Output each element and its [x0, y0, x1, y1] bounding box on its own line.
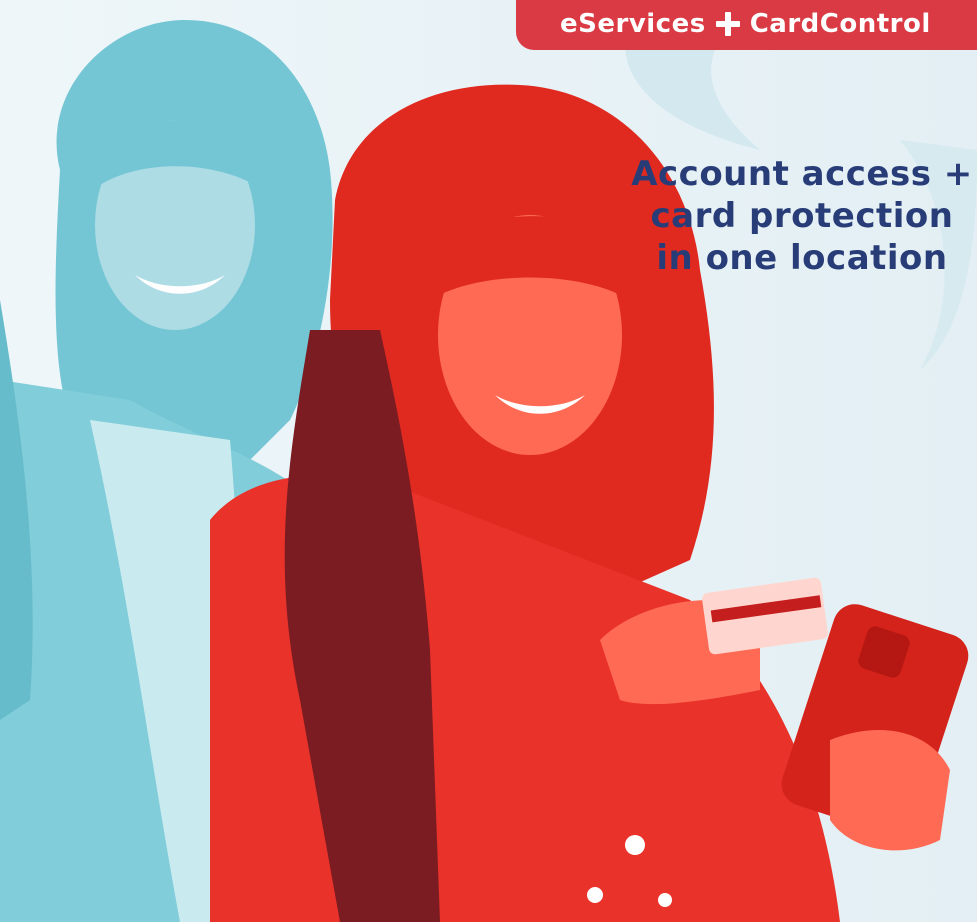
banner-cardcontrol: CardControl	[749, 9, 931, 39]
headline-line-1: Account access +	[631, 154, 973, 194]
headline-line-3: in one location	[656, 238, 948, 278]
brand-banner: eServices CardControl	[516, 0, 977, 50]
ad-canvas: eServices CardControl Account access + c…	[0, 0, 977, 922]
banner-eservices: eServices	[560, 9, 706, 39]
plus-icon	[715, 12, 740, 36]
ad-photo	[0, 0, 977, 922]
headline-line-2: card protection	[650, 196, 954, 236]
headline: Account access + card protection in one …	[587, 153, 977, 279]
